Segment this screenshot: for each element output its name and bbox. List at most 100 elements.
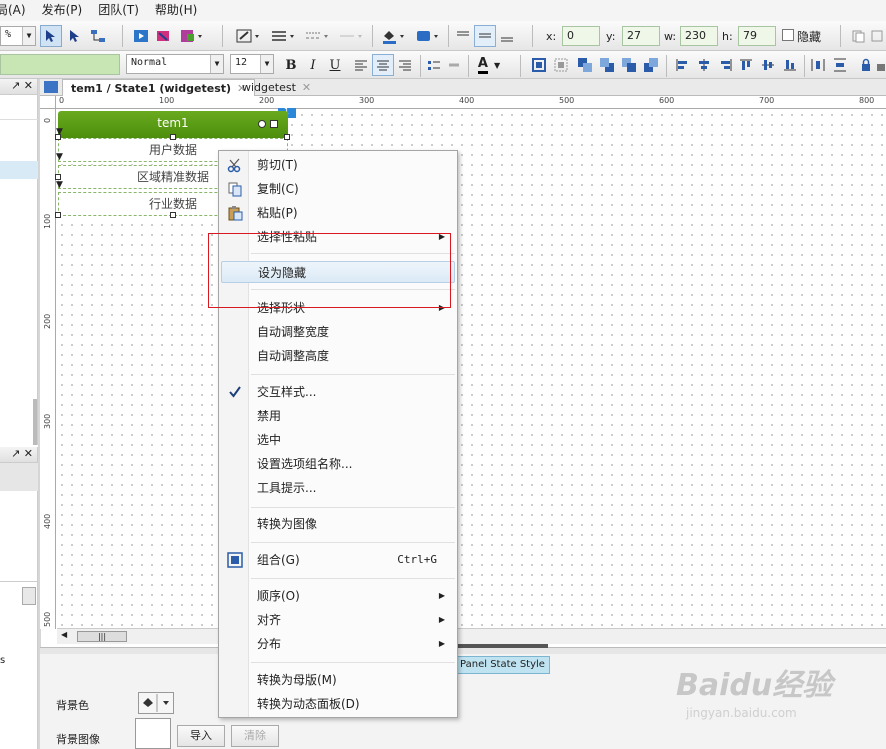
link-icon[interactable] [444,54,464,76]
menu-item-convert-dynamic-panel[interactable]: 转换为动态面板(D) [221,693,455,715]
scroll-left-icon[interactable]: ◀ [61,630,67,639]
menu-item-group[interactable]: 组合(G) Ctrl+G [221,549,455,571]
menu-item-interaction-styles[interactable]: 交互样式... [221,381,455,403]
shape-icon[interactable] [412,25,444,47]
panel-scrollbar-thumb[interactable] [22,587,36,605]
w-input[interactable]: 230 [680,26,718,46]
bring-front-icon[interactable] [574,54,596,76]
panel-state-style-tab[interactable]: Panel State Style [455,656,550,674]
send-back-icon[interactable] [596,54,618,76]
scrollbar-thumb[interactable]: ||| [77,631,127,642]
share-icon[interactable] [152,25,174,47]
edit-style-icon[interactable] [232,25,266,47]
preview-icon[interactable] [130,25,152,47]
pin-icon[interactable]: ↗ [11,447,20,460]
menu-item-align[interactable]: 对齐 ▶ [221,609,455,631]
menu-item-label: 自动调整高度 [257,349,330,363]
align-middle-v-icon[interactable] [758,54,778,76]
send-backward-icon[interactable] [640,54,662,76]
line-style-icon[interactable] [302,25,334,47]
resize-handle[interactable] [284,134,290,140]
menu-item-convert-image[interactable]: 转换为图像 [221,513,455,535]
align-right-edge-icon[interactable] [716,54,736,76]
resize-handle[interactable] [170,134,176,140]
menu-item-auto-width[interactable]: 自动调整宽度 [221,321,455,343]
clear-button[interactable]: 清除 [231,725,279,747]
menu-item-tooltip[interactable]: 工具提示... [221,477,455,499]
h-input[interactable]: 79 [738,26,776,46]
bg-color-picker[interactable] [138,692,174,714]
tab-tem1-state1[interactable]: tem1 / State1 (widgetest) ✕ [62,79,256,96]
canvas-horizontal-scrollbar[interactable]: ◀ ||| [57,628,886,644]
menu-item-paste[interactable]: 粘贴(P) [221,202,455,224]
align-center-icon[interactable] [372,54,394,76]
align-right-icon[interactable] [394,54,416,76]
resize-handle[interactable] [170,212,176,218]
paste-format-icon[interactable] [868,25,886,47]
pin-icon[interactable]: ↗ [11,79,20,92]
unlock-icon[interactable] [876,54,886,76]
pointer-select-icon[interactable] [40,25,62,47]
menu-team[interactable]: 团队(T) [90,0,147,21]
panel-splitter[interactable] [40,648,886,654]
fill-color-icon[interactable] [378,25,410,47]
panel-scrollbar[interactable] [33,399,37,445]
sitemap-icon[interactable] [44,81,58,93]
style-select[interactable]: Normal ▼ [126,54,224,74]
connector-icon[interactable] [86,25,110,47]
generate-icon[interactable] [176,25,208,47]
font-color-button[interactable]: A ▼ [472,54,506,76]
align-left-icon[interactable] [350,54,372,76]
menu-item-order[interactable]: 顺序(O) ▶ [221,585,455,607]
align-top-edge-icon[interactable] [736,54,756,76]
import-button[interactable]: 导入 [177,725,225,747]
menu-layout[interactable]: 局(A) [0,0,34,21]
pointer-connect-icon[interactable] [64,25,86,47]
y-input[interactable]: 27 [622,26,660,46]
circle-handle-icon[interactable] [258,120,266,128]
ungroup-widget-icon[interactable] [550,54,572,76]
menu-item-cut[interactable]: 剪切(T) [221,154,455,176]
menu-item-convert-master[interactable]: 转换为母版(M) [221,669,455,691]
panel-drag-handle[interactable] [458,644,548,648]
italic-button[interactable]: I [302,54,324,76]
distribute-h-icon[interactable] [808,54,828,76]
menu-publish[interactable]: 发布(P) [34,0,91,21]
resize-handle[interactable] [55,212,61,218]
align-middle-text-icon[interactable] [474,25,496,47]
zoom-select[interactable]: % ▼ [0,26,36,46]
menu-item-distribute[interactable]: 分布 ▶ [221,633,455,655]
align-top-text-icon[interactable] [452,25,474,47]
align-bottom-text-icon[interactable] [496,25,518,47]
tab-widgetest[interactable]: widgetest ✕ [234,79,319,96]
menu-item-disable[interactable]: 禁用 [221,405,455,427]
copy-format-icon[interactable] [848,25,868,47]
underline-button[interactable]: U [324,54,346,76]
close-icon[interactable]: ✕ [24,447,33,460]
font-family-select[interactable] [0,54,120,75]
close-icon[interactable]: ✕ [302,81,311,94]
bring-forward-icon[interactable] [618,54,640,76]
close-icon[interactable]: ✕ [24,79,33,92]
bg-image-preview[interactable] [135,718,171,749]
line-weight-icon[interactable] [268,25,300,47]
align-center-h-icon[interactable] [694,54,714,76]
distribute-v-icon[interactable] [830,54,850,76]
menu-item-copy[interactable]: 复制(C) [221,178,455,200]
align-left-edge-icon[interactable] [672,54,692,76]
selected-page-row[interactable] [0,161,38,179]
menu-help[interactable]: 帮助(H) [147,0,205,21]
arrow-style-icon[interactable] [336,25,368,47]
square-handle-icon[interactable] [270,120,278,128]
group-widget-icon[interactable] [528,54,550,76]
menu-item-auto-height[interactable]: 自动调整高度 [221,345,455,367]
font-size-select[interactable]: 12 ▼ [230,54,274,74]
x-input[interactable]: 0 [562,26,600,46]
menu-item-option-group[interactable]: 设置选项组名称... [221,453,455,475]
align-bottom-edge-icon[interactable] [780,54,800,76]
bullet-list-icon[interactable] [424,54,444,76]
hidden-checkbox[interactable] [782,29,794,41]
bold-button[interactable]: B [280,54,302,76]
menu-item-selected[interactable]: 选中 [221,429,455,451]
lock-icon[interactable] [856,54,876,76]
